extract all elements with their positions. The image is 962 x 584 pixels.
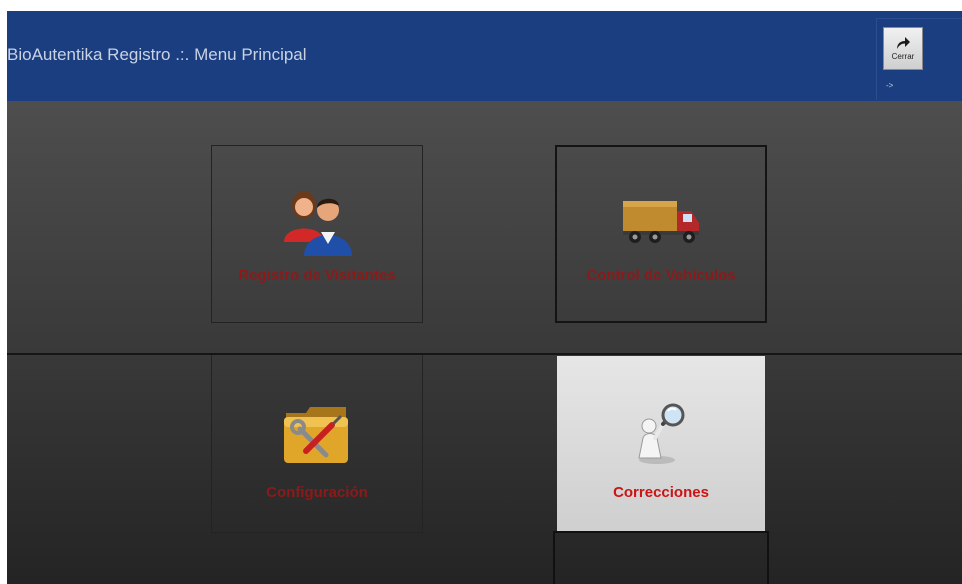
main-menu-window: BioAutentika Registro .:. Menu Principal…: [7, 11, 962, 584]
people-icon: [284, 191, 352, 256]
tile-correcciones-label: Correcciones: [613, 484, 709, 501]
tile-correcciones[interactable]: Correcciones: [557, 356, 765, 531]
tile-configuracion-label: Configuración: [266, 484, 368, 501]
tile-registro-visitantes[interactable]: Registro de Visitantes: [211, 145, 423, 323]
window-title: BioAutentika Registro .:. Menu Principal: [7, 45, 307, 64]
truck-icon: [623, 201, 699, 243]
close-button[interactable]: Cerrar: [883, 27, 923, 70]
close-button-label: Cerrar: [891, 52, 915, 61]
tile-configuracion[interactable]: Configuración: [211, 355, 423, 533]
magnifier-figure-icon: [638, 403, 685, 464]
row-divider: [7, 353, 962, 355]
close-hint: ->: [886, 81, 894, 90]
tile-control-vehiculos[interactable]: Control de Vehículos: [555, 145, 767, 323]
share-arrow-icon: [897, 37, 910, 49]
tools-folder-icon: [284, 407, 348, 463]
tile-control-vehiculos-label: Control de Vehículos: [586, 267, 736, 284]
tile-registro-visitantes-label: Registro de Visitantes: [238, 267, 396, 284]
tile-placeholder: [553, 531, 769, 584]
title-bar: BioAutentika Registro .:. Menu Principal…: [7, 11, 962, 101]
